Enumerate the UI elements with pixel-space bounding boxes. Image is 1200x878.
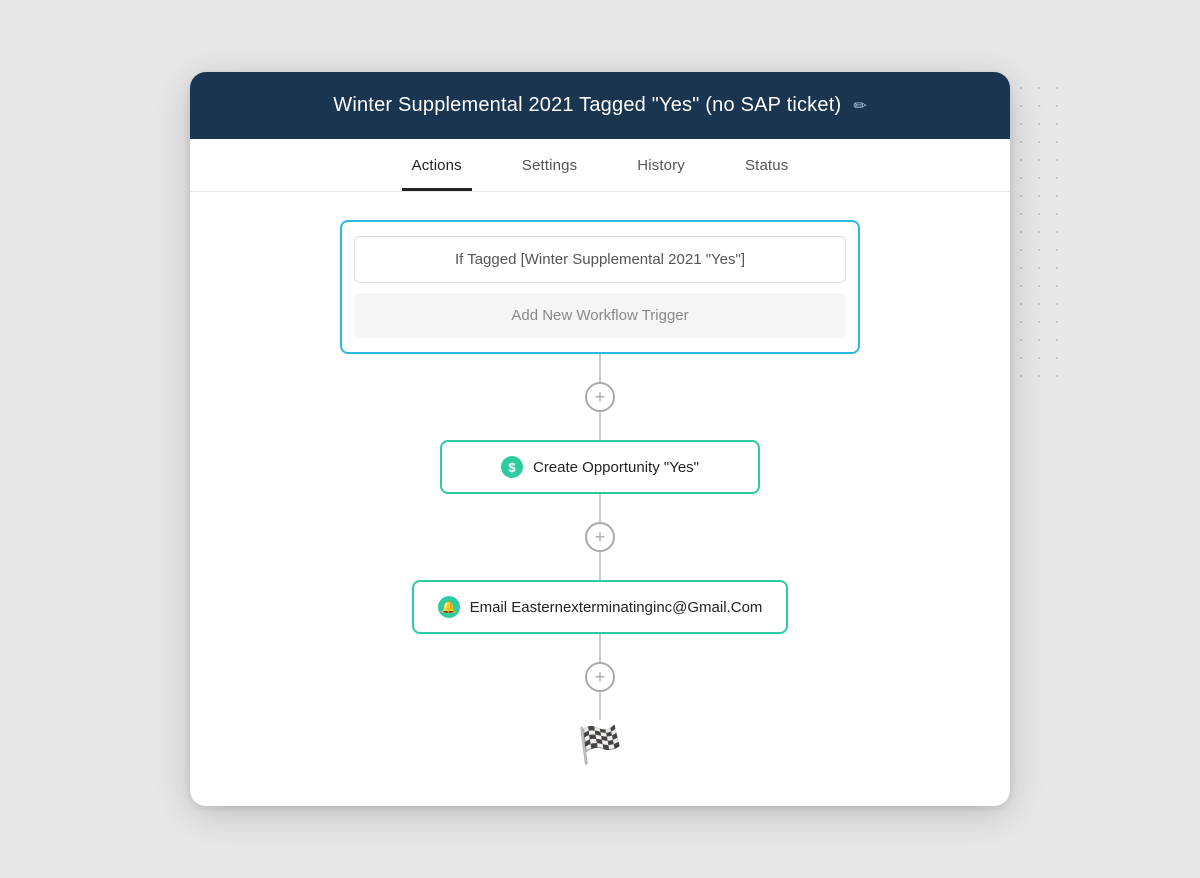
add-step-button-3[interactable]: +: [585, 662, 615, 692]
tab-status[interactable]: Status: [735, 139, 798, 191]
connector-3: +: [585, 634, 615, 720]
add-trigger-button[interactable]: Add New Workflow Trigger: [354, 293, 846, 338]
connector-1: +: [585, 354, 615, 440]
action-node-email[interactable]: 🔔 Email Easternexterminatinginc@Gmail.Co…: [412, 580, 789, 634]
connector-line-1: [599, 354, 601, 382]
tabs-bar: Actions Settings History Status: [190, 139, 1010, 192]
trigger-condition[interactable]: If Tagged [Winter Supplemental 2021 "Yes…: [354, 236, 846, 283]
action-node-create-opportunity[interactable]: $ Create Opportunity "Yes": [440, 440, 760, 494]
connector-line-1b: [599, 412, 601, 440]
action-node-label-1: Create Opportunity "Yes": [533, 459, 699, 476]
content-area: If Tagged [Winter Supplemental 2021 "Yes…: [190, 192, 1010, 806]
outer-wrapper: Winter Supplemental 2021 Tagged "Yes" (n…: [150, 59, 1050, 819]
add-step-button-1[interactable]: +: [585, 382, 615, 412]
connector-line-2b: [599, 552, 601, 580]
add-step-button-2[interactable]: +: [585, 522, 615, 552]
edit-icon[interactable]: ✏: [853, 96, 866, 116]
action-node-label-2: Email Easternexterminatinginc@Gmail.Com: [470, 599, 763, 616]
card-title: Winter Supplemental 2021 Tagged "Yes" (n…: [333, 94, 841, 117]
tab-actions[interactable]: Actions: [402, 139, 472, 191]
tab-history[interactable]: History: [627, 139, 695, 191]
finish-flag: 🏁: [578, 724, 623, 766]
dollar-icon: $: [501, 456, 523, 478]
bell-icon: 🔔: [438, 596, 460, 618]
main-card: Winter Supplemental 2021 Tagged "Yes" (n…: [190, 72, 1010, 806]
connector-line-3: [599, 634, 601, 662]
card-header: Winter Supplemental 2021 Tagged "Yes" (n…: [190, 72, 1010, 139]
tab-settings[interactable]: Settings: [512, 139, 587, 191]
connector-line-2: [599, 494, 601, 522]
connector-line-3b: [599, 692, 601, 720]
trigger-box: If Tagged [Winter Supplemental 2021 "Yes…: [340, 220, 860, 354]
connector-2: +: [585, 494, 615, 580]
